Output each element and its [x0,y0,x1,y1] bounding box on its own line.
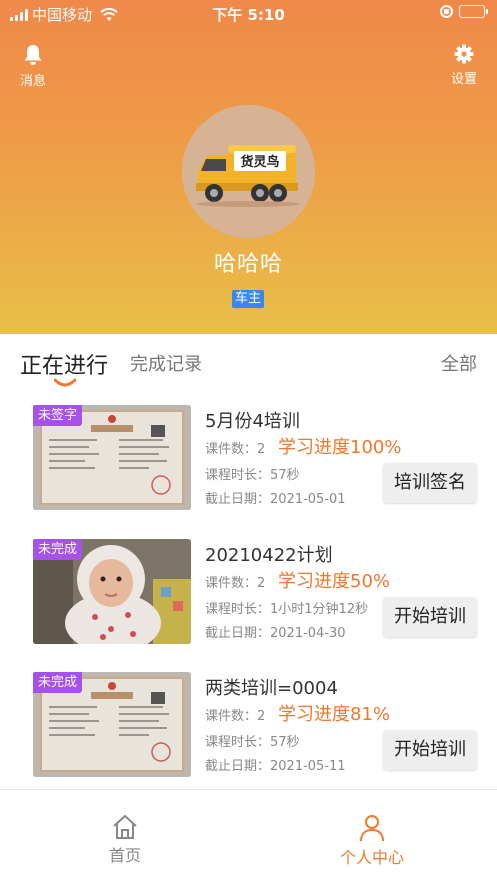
progress-text: 学习进度100% [278,437,402,458]
deadline-label: 截止日期： [205,492,271,507]
deadline-value: 2021-05-11 [270,759,346,774]
gear-icon [454,44,474,64]
duration-row: 课程时长：1小时1分钟12秒 [205,598,368,617]
tab-active-indicator [54,378,76,387]
duration-row: 课程时长：57秒 [205,464,300,483]
course-count-value: 2 [257,442,266,457]
username: 哈哈哈 [213,252,283,277]
duration-label: 课程时长： [205,468,271,483]
course-count-value: 2 [257,709,266,724]
tab-all[interactable]: 全部 [441,350,477,376]
progress-text: 学习进度50% [278,571,391,592]
duration-value: 1小时1分钟12秒 [270,602,369,617]
course-count-row: 课件数：2 [205,705,265,724]
training-tabs: 正在进行 完成记录 全部 [0,334,497,390]
deadline-label: 截止日期： [205,759,271,774]
profile-header: 中国移动 下午 5:10 消息 设置 货灵鸟 哈哈哈 车主 [0,0,497,334]
role-badge: 车主 [232,290,265,308]
sign-training-button[interactable]: 培训签名 [383,463,477,503]
settings-label: 设置 [450,72,477,87]
rotation-lock-icon [440,5,453,18]
training-card[interactable]: 未完成 20210422计划 课件数：2 学习进度50% 课程时长：1小时1分钟… [0,539,497,672]
nav-profile[interactable]: 个人中心 [327,814,417,868]
deadline-row: 截止日期：2021-04-30 [205,622,346,641]
deadline-label: 截止日期： [205,626,271,641]
settings-button[interactable]: 设置 [439,44,489,87]
training-card[interactable]: 未签字 5月份4培训 课件数：2 学习进度100% 课程时长：57秒 截止日期：… [0,405,497,538]
nav-home[interactable]: 首页 [80,814,170,866]
messages-label: 消息 [19,74,46,89]
progress-text: 学习进度81% [278,704,391,725]
course-count-row: 课件数：2 [205,572,265,591]
nav-home-label: 首页 [108,846,141,865]
svg-text:货灵鸟: 货灵鸟 [240,154,279,170]
training-title: 两类培训=0004 [205,678,338,699]
course-count-row: 课件数：2 [205,438,265,457]
deadline-value: 2021-04-30 [270,626,346,641]
bottom-nav: 首页 个人中心 [0,789,497,883]
avatar[interactable]: 货灵鸟 [182,105,315,238]
training-title: 20210422计划 [205,545,333,566]
course-count-label: 课件数： [205,442,258,457]
status-right [440,5,488,18]
course-count-label: 课件数： [205,709,258,724]
home-icon [113,815,137,839]
status-badge: 未签字 [33,405,83,426]
training-card[interactable]: 未完成 两类培训=0004 课件数：2 学习进度81% 课程时长：57秒 截止日… [0,672,497,805]
start-training-button[interactable]: 开始培训 [383,730,477,770]
bell-icon [24,45,42,65]
tab-completed[interactable]: 完成记录 [130,350,202,376]
training-title: 5月份4培训 [205,411,300,432]
start-training-button[interactable]: 开始培训 [383,597,477,637]
duration-value: 57秒 [270,468,300,483]
person-icon [360,815,384,842]
course-count-value: 2 [257,576,266,591]
messages-button[interactable]: 消息 [8,44,58,89]
status-bar: 中国移动 下午 5:10 [0,0,497,26]
battery-icon [459,5,488,18]
duration-row: 课程时长：57秒 [205,731,300,750]
status-time: 下午 5:10 [212,6,285,24]
deadline-row: 截止日期：2021-05-01 [205,488,346,507]
status-badge: 未完成 [33,672,83,693]
deadline-value: 2021-05-01 [270,492,346,507]
duration-label: 课程时长： [205,735,271,750]
duration-label: 课程时长： [205,602,271,617]
duration-value: 57秒 [270,735,300,750]
nav-profile-label: 个人中心 [339,848,404,867]
truck-logo-icon: 货灵鸟 [182,105,315,238]
deadline-row: 截止日期：2021-05-11 [205,755,346,774]
status-badge: 未完成 [33,539,83,560]
profile-page: 中国移动 下午 5:10 消息 设置 货灵鸟 哈哈哈 车主 正在进行 完成记录 … [0,0,497,883]
tab-in-progress[interactable]: 正在进行 [20,348,108,380]
course-count-label: 课件数： [205,576,258,591]
